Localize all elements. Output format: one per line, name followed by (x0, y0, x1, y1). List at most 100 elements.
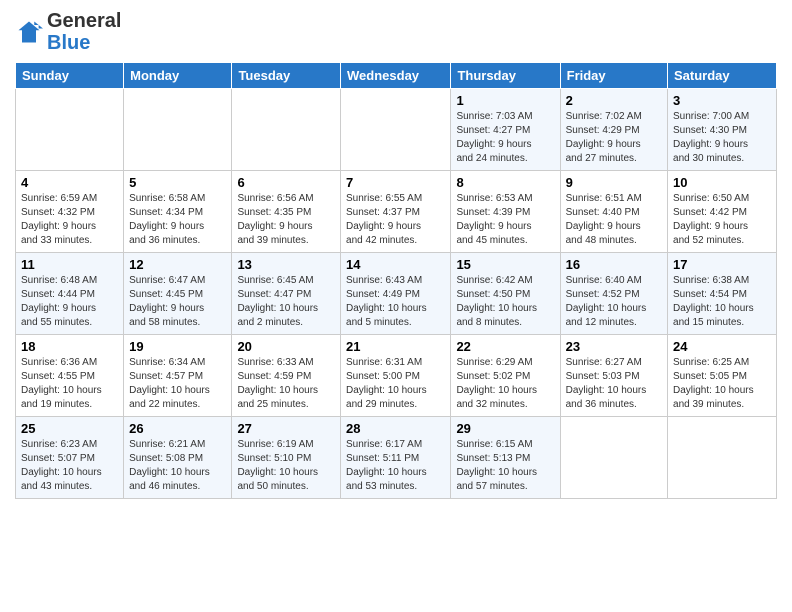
day-number: 10 (673, 175, 771, 190)
day-info: Sunrise: 6:23 AM Sunset: 5:07 PM Dayligh… (21, 438, 118, 494)
calendar-cell: 24 Sunrise: 6:25 AM Sunset: 5:05 PM Dayli… (668, 335, 777, 417)
calendar-week-1: 1 Sunrise: 7:03 AM Sunset: 4:27 PM Daylig… (16, 89, 777, 171)
calendar-cell: 26Sunrise: 6:21 AM Sunset: 5:08 PM Dayli… (124, 417, 232, 499)
day-info: Sunrise: 6:27 AM Sunset: 5:03 PM Dayligh… (566, 356, 662, 412)
day-info: Sunrise: 6:42 AM Sunset: 4:50 PM Dayligh… (456, 274, 554, 330)
weekday-header-row: SundayMondayTuesdayWednesdayThursdayFrid… (16, 63, 777, 89)
calendar-cell: 16 Sunrise: 6:40 AM Sunset: 4:52 PM Dayli… (560, 253, 667, 335)
calendar-cell: 2Sunrise: 7:02 AM Sunset: 4:29 PM Daylig… (560, 89, 667, 171)
day-info: Sunrise: 6:55 AM Sunset: 4:37 PM Dayligh… (346, 192, 445, 248)
calendar-cell: 9 Sunrise: 6:51 AM Sunset: 4:40 PM Daylig… (560, 171, 667, 253)
day-info: Sunrise: 6:47 AM Sunset: 4:45 PM Dayligh… (129, 274, 226, 330)
weekday-header-saturday: Saturday (668, 63, 777, 89)
calendar-week-2: 4Sunrise: 6:59 AM Sunset: 4:32 PM Daylig… (16, 171, 777, 253)
logo-icon (15, 18, 43, 46)
calendar-week-3: 11 Sunrise: 6:48 AM Sunset: 4:44 PM Dayli… (16, 253, 777, 335)
day-info: Sunrise: 6:59 AM Sunset: 4:32 PM Dayligh… (21, 192, 118, 248)
calendar-cell: 5Sunrise: 6:58 AM Sunset: 4:34 PM Daylig… (124, 171, 232, 253)
day-number: 22 (456, 339, 554, 354)
day-number: 13 (237, 257, 335, 272)
day-number: 2 (566, 93, 662, 108)
calendar-cell: 18Sunrise: 6:36 AM Sunset: 4:55 PM Dayli… (16, 335, 124, 417)
day-info: Sunrise: 6:17 AM Sunset: 5:11 PM Dayligh… (346, 438, 445, 494)
day-number: 25 (21, 421, 118, 436)
calendar-cell: 19 Sunrise: 6:34 AM Sunset: 4:57 PM Dayli… (124, 335, 232, 417)
day-number: 11 (21, 257, 118, 272)
calendar-cell (560, 417, 667, 499)
calendar-cell (124, 89, 232, 171)
day-info: Sunrise: 6:56 AM Sunset: 4:35 PM Dayligh… (237, 192, 335, 248)
day-info: Sunrise: 6:21 AM Sunset: 5:08 PM Dayligh… (129, 438, 226, 494)
calendar-cell: 20Sunrise: 6:33 AM Sunset: 4:59 PM Dayli… (232, 335, 341, 417)
calendar-week-4: 18Sunrise: 6:36 AM Sunset: 4:55 PM Dayli… (16, 335, 777, 417)
page: General Blue SundayMondayTuesdayWednesda… (0, 0, 792, 612)
weekday-header-thursday: Thursday (451, 63, 560, 89)
calendar-cell: 25 Sunrise: 6:23 AM Sunset: 5:07 PM Dayli… (16, 417, 124, 499)
calendar-cell: 7Sunrise: 6:55 AM Sunset: 4:37 PM Daylig… (341, 171, 451, 253)
day-info: Sunrise: 6:40 AM Sunset: 4:52 PM Dayligh… (566, 274, 662, 330)
day-number: 23 (566, 339, 662, 354)
day-number: 1 (456, 93, 554, 108)
day-info: Sunrise: 6:31 AM Sunset: 5:00 PM Dayligh… (346, 356, 445, 412)
weekday-header-sunday: Sunday (16, 63, 124, 89)
calendar-cell (668, 417, 777, 499)
calendar-cell: 8 Sunrise: 6:53 AM Sunset: 4:39 PM Daylig… (451, 171, 560, 253)
calendar-cell: 3 Sunrise: 7:00 AM Sunset: 4:30 PM Daylig… (668, 89, 777, 171)
calendar-cell (16, 89, 124, 171)
calendar-cell: 4Sunrise: 6:59 AM Sunset: 4:32 PM Daylig… (16, 171, 124, 253)
day-info: Sunrise: 6:51 AM Sunset: 4:40 PM Dayligh… (566, 192, 662, 248)
day-info: Sunrise: 6:19 AM Sunset: 5:10 PM Dayligh… (237, 438, 335, 494)
day-number: 15 (456, 257, 554, 272)
calendar-cell: 21 Sunrise: 6:31 AM Sunset: 5:00 PM Dayli… (341, 335, 451, 417)
day-info: Sunrise: 6:25 AM Sunset: 5:05 PM Dayligh… (673, 356, 771, 412)
day-number: 27 (237, 421, 335, 436)
calendar-cell: 29 Sunrise: 6:15 AM Sunset: 5:13 PM Dayli… (451, 417, 560, 499)
day-number: 3 (673, 93, 771, 108)
day-info: Sunrise: 6:45 AM Sunset: 4:47 PM Dayligh… (237, 274, 335, 330)
day-info: Sunrise: 6:48 AM Sunset: 4:44 PM Dayligh… (21, 274, 118, 330)
day-number: 29 (456, 421, 554, 436)
calendar-cell: 1 Sunrise: 7:03 AM Sunset: 4:27 PM Daylig… (451, 89, 560, 171)
calendar-cell: 17 Sunrise: 6:38 AM Sunset: 4:54 PM Dayli… (668, 253, 777, 335)
calendar-cell: 12 Sunrise: 6:47 AM Sunset: 4:45 PM Dayli… (124, 253, 232, 335)
day-number: 5 (129, 175, 226, 190)
weekday-header-friday: Friday (560, 63, 667, 89)
calendar-cell (341, 89, 451, 171)
day-info: Sunrise: 6:15 AM Sunset: 5:13 PM Dayligh… (456, 438, 554, 494)
day-number: 21 (346, 339, 445, 354)
calendar-cell: 15 Sunrise: 6:42 AM Sunset: 4:50 PM Dayli… (451, 253, 560, 335)
day-number: 20 (237, 339, 335, 354)
day-number: 6 (237, 175, 335, 190)
day-info: Sunrise: 6:50 AM Sunset: 4:42 PM Dayligh… (673, 192, 771, 248)
calendar-cell: 11 Sunrise: 6:48 AM Sunset: 4:44 PM Dayli… (16, 253, 124, 335)
calendar-table: SundayMondayTuesdayWednesdayThursdayFrid… (15, 62, 777, 499)
logo: General Blue (15, 10, 121, 54)
day-info: Sunrise: 6:38 AM Sunset: 4:54 PM Dayligh… (673, 274, 771, 330)
weekday-header-wednesday: Wednesday (341, 63, 451, 89)
calendar-cell: 14 Sunrise: 6:43 AM Sunset: 4:49 PM Dayli… (341, 253, 451, 335)
calendar-cell: 27 Sunrise: 6:19 AM Sunset: 5:10 PM Dayli… (232, 417, 341, 499)
calendar-cell: 13 Sunrise: 6:45 AM Sunset: 4:47 PM Dayli… (232, 253, 341, 335)
day-number: 24 (673, 339, 771, 354)
day-number: 9 (566, 175, 662, 190)
day-number: 8 (456, 175, 554, 190)
header: General Blue (15, 10, 777, 54)
day-number: 19 (129, 339, 226, 354)
day-number: 12 (129, 257, 226, 272)
day-info: Sunrise: 6:34 AM Sunset: 4:57 PM Dayligh… (129, 356, 226, 412)
calendar-cell: 23 Sunrise: 6:27 AM Sunset: 5:03 PM Dayli… (560, 335, 667, 417)
weekday-header-tuesday: Tuesday (232, 63, 341, 89)
calendar-cell: 28 Sunrise: 6:17 AM Sunset: 5:11 PM Dayli… (341, 417, 451, 499)
day-number: 14 (346, 257, 445, 272)
day-info: Sunrise: 6:43 AM Sunset: 4:49 PM Dayligh… (346, 274, 445, 330)
calendar-cell: 6 Sunrise: 6:56 AM Sunset: 4:35 PM Daylig… (232, 171, 341, 253)
day-number: 18 (21, 339, 118, 354)
day-info: Sunrise: 7:03 AM Sunset: 4:27 PM Dayligh… (456, 110, 554, 166)
day-info: Sunrise: 6:53 AM Sunset: 4:39 PM Dayligh… (456, 192, 554, 248)
day-number: 28 (346, 421, 445, 436)
day-number: 16 (566, 257, 662, 272)
day-number: 17 (673, 257, 771, 272)
calendar-cell: 22 Sunrise: 6:29 AM Sunset: 5:02 PM Dayli… (451, 335, 560, 417)
day-info: Sunrise: 6:29 AM Sunset: 5:02 PM Dayligh… (456, 356, 554, 412)
day-info: Sunrise: 7:00 AM Sunset: 4:30 PM Dayligh… (673, 110, 771, 166)
